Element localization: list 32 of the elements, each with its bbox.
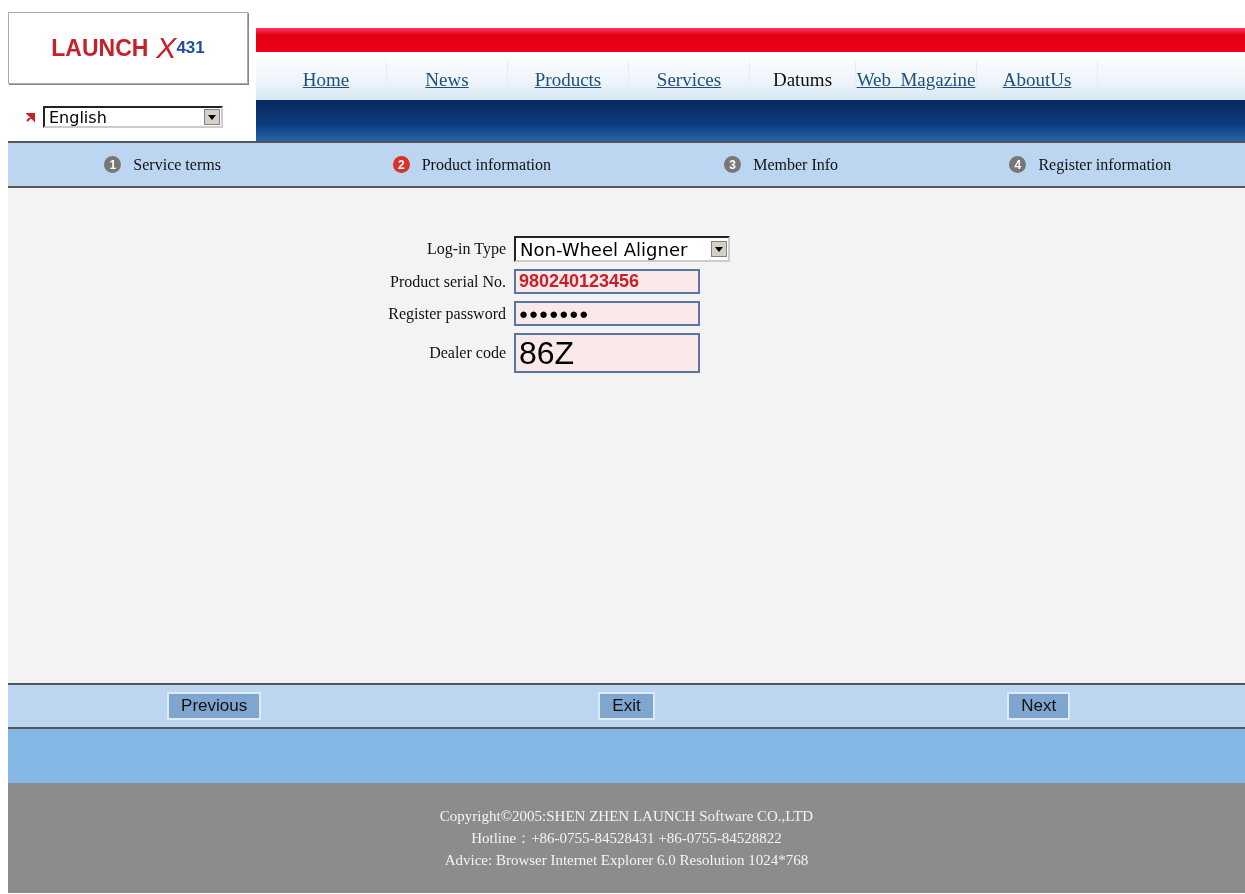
nav-link[interactable]: Products (508, 61, 629, 91)
launch-logo: LAUNCH X431 (8, 12, 248, 84)
field-label: Product serial No. (389, 272, 506, 291)
footer-text: Hotline：+86-0755-84528431 +86-0755-84528822 (471, 829, 782, 848)
nav-link[interactable]: News (387, 61, 508, 91)
step-number: 3 (724, 156, 742, 173)
step-label: Register information (1038, 155, 1172, 174)
step-number: 2 (392, 156, 410, 173)
step-number: 1 (104, 156, 122, 173)
arrow-icon (26, 112, 35, 122)
language-select[interactable]: English (43, 106, 223, 128)
step-label: Product information (421, 155, 552, 174)
field-label: Register password (387, 304, 506, 323)
login-type-select[interactable]: Non-Wheel Aligner (514, 236, 730, 262)
footer-text: Copyright©2005:SHEN ZHEN LAUNCH Software CO.,LTD (439, 807, 814, 826)
step-label: Member Info (753, 155, 839, 174)
button[interactable]: Exit (598, 692, 655, 720)
input-field[interactable]: 980240123456 (514, 269, 700, 294)
field-label: Dealer code (428, 344, 506, 362)
field-label: Log-in Type (426, 240, 506, 258)
button[interactable]: Next (1007, 692, 1071, 720)
step-number: 4 (1009, 156, 1027, 173)
nav-link[interactable]: Datums (750, 61, 856, 91)
button[interactable]: Previous (167, 692, 262, 720)
footer-text: Advice: Browser Internet Explorer 6.0 Resolution 1024*768 (444, 851, 809, 870)
nav-link[interactable]: Home (266, 61, 387, 91)
step-label: Service terms (133, 155, 221, 174)
nav-link[interactable]: Services (629, 61, 750, 91)
nav-link[interactable]: Web_Magazine (856, 61, 977, 91)
nav-link[interactable]: AboutUs (977, 61, 1098, 91)
password-field[interactable]: ●●●●●●● (514, 301, 700, 326)
input-field[interactable]: 86Z (514, 333, 700, 373)
